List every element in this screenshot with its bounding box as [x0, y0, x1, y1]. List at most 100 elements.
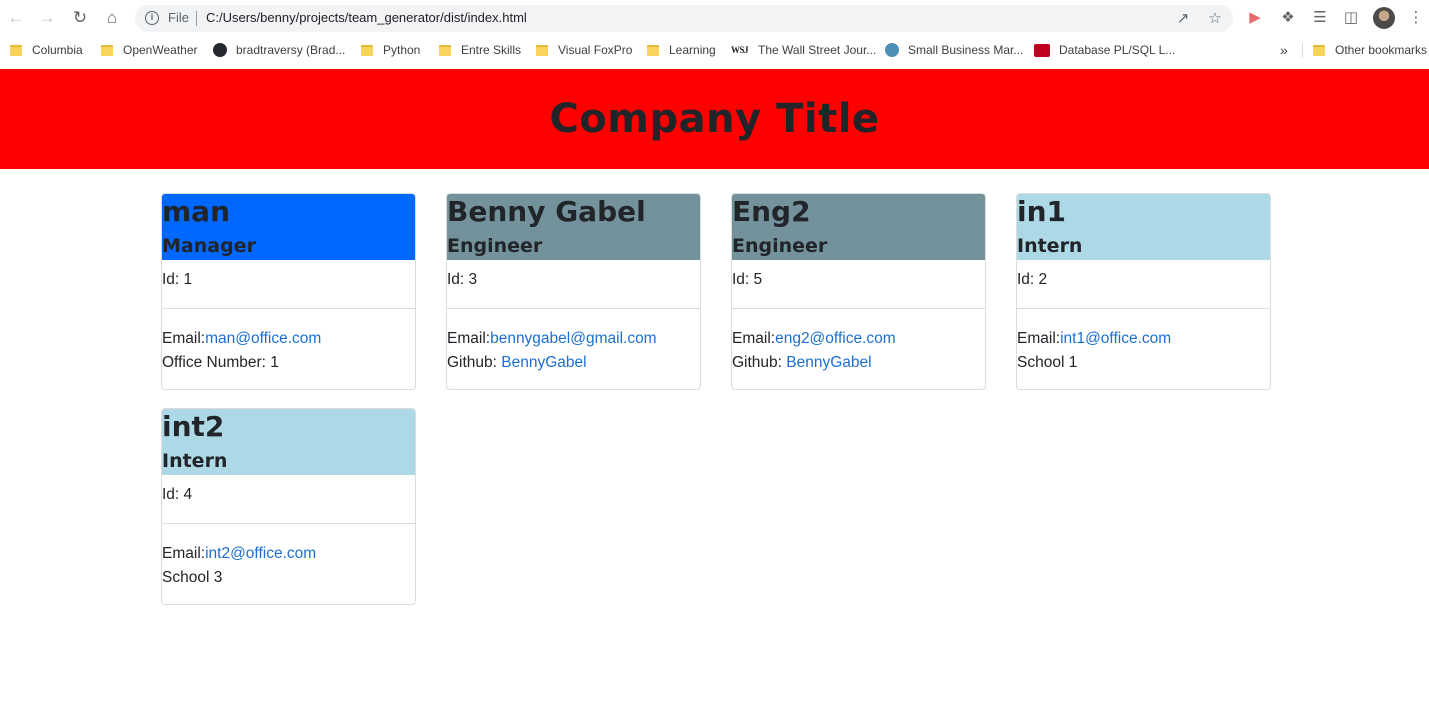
github-link[interactable]: BennyGabel — [786, 354, 871, 371]
share-icon[interactable]: ↗ — [1173, 9, 1193, 29]
email-link[interactable]: man@office.com — [205, 330, 321, 347]
bookmarks-bar: Columbia OpenWeather bradtraversy (Brad.… — [0, 37, 1429, 63]
bookmark-label: Visual FoxPro — [558, 43, 633, 57]
employee-id: Id: 1 — [162, 260, 415, 309]
omnibox-divider — [196, 11, 197, 26]
reload-button[interactable]: ↻ — [68, 7, 92, 29]
file-label: File — [168, 10, 189, 25]
bookmark-item[interactable]: Entre Skills — [439, 41, 521, 59]
bookmark-item[interactable]: Python — [361, 41, 420, 59]
wsj-icon: WSJ — [731, 45, 749, 55]
folder-icon — [10, 44, 22, 56]
employee-name: int2 — [162, 410, 225, 443]
bookmark-label: Learning — [669, 43, 716, 57]
github-label: Github: — [447, 354, 502, 371]
employee-role: Engineer — [732, 235, 828, 257]
side-panel-icon[interactable]: ◫ — [1340, 7, 1362, 29]
github-link[interactable]: BennyGabel — [501, 354, 586, 371]
info-icon[interactable]: i — [145, 11, 159, 25]
folder-icon — [536, 44, 548, 56]
card-header: man Manager — [162, 194, 415, 260]
employee-card: man Manager Id: 1 Email:man@office.com O… — [161, 193, 416, 390]
bookmark-star-icon[interactable]: ☆ — [1205, 9, 1225, 29]
extra-info: Office Number: 1 — [162, 354, 279, 371]
bookmark-item[interactable]: Database PL/SQL L... — [1034, 41, 1175, 59]
github-label: Github: — [732, 354, 787, 371]
email-label: Email: — [447, 330, 491, 347]
email-label: Email: — [162, 545, 206, 562]
folder-icon — [101, 44, 113, 56]
card-header: Benny Gabel Engineer — [447, 194, 700, 260]
employee-card: int2 Intern Id: 4 Email:int2@office.com … — [161, 408, 416, 605]
github-icon — [213, 43, 227, 57]
extension-icon[interactable]: ▶ — [1244, 7, 1266, 29]
employee-role: Intern — [162, 450, 228, 472]
folder-icon — [1313, 44, 1325, 56]
email-link[interactable]: int2@office.com — [205, 545, 316, 562]
card-header: in1 Intern — [1017, 194, 1270, 260]
employee-id: Id: 5 — [732, 260, 985, 309]
address-bar[interactable]: i File C:/Users/benny/projects/team_gene… — [135, 5, 1233, 32]
employee-role: Intern — [1017, 235, 1083, 257]
bookmark-item[interactable]: Visual FoxPro — [536, 41, 632, 59]
bookmark-item[interactable]: Learning — [647, 41, 716, 59]
folder-icon — [647, 44, 659, 56]
employee-card: Benny Gabel Engineer Id: 3 Email:bennyga… — [446, 193, 701, 390]
email-link[interactable]: int1@office.com — [1060, 330, 1171, 347]
employee-card: in1 Intern Id: 2 Email:int1@office.com S… — [1016, 193, 1271, 390]
employee-name: Benny Gabel — [447, 195, 646, 228]
bookmark-item[interactable]: WSJ The Wall Street Jour... — [731, 41, 876, 59]
url-text[interactable]: C:/Users/benny/projects/team_generator/d… — [206, 10, 527, 25]
bookmark-item[interactable]: OpenWeather — [101, 41, 198, 59]
bookmark-label: Python — [383, 43, 421, 57]
extensions-puzzle-icon[interactable]: ❖ — [1277, 7, 1299, 29]
card-body: Email:int2@office.com School 3 — [162, 524, 415, 590]
bookmarks-overflow-button[interactable]: » — [1280, 41, 1288, 59]
k-icon — [885, 43, 899, 57]
card-body: Email:eng2@office.com Github: BennyGabel — [732, 309, 985, 375]
bookmark-label: Entre Skills — [461, 43, 522, 57]
bookmark-label: Small Business Mar... — [908, 43, 1024, 57]
email-label: Email: — [162, 330, 206, 347]
profile-avatar[interactable] — [1373, 7, 1395, 29]
reading-list-icon[interactable]: ☰ — [1309, 7, 1331, 29]
oracle-icon — [1034, 43, 1050, 57]
bookmark-label: Other bookmarks — [1335, 43, 1428, 57]
school-info: School 3 — [162, 569, 223, 586]
employee-id: Id: 3 — [447, 260, 700, 309]
page-title: Company Title — [549, 96, 880, 142]
bookmark-item[interactable]: Columbia — [10, 41, 83, 59]
page-header: Company Title — [0, 69, 1429, 169]
employee-role: Engineer — [447, 235, 543, 257]
employee-card: Eng2 Engineer Id: 5 Email:eng2@office.co… — [731, 193, 986, 390]
folder-icon — [361, 44, 373, 56]
card-body: Email:man@office.com Office Number: 1 — [162, 309, 415, 375]
employee-name: Eng2 — [732, 195, 811, 228]
card-body: Email:bennygabel@gmail.com Github: Benny… — [447, 309, 700, 375]
employee-id: Id: 2 — [1017, 260, 1270, 309]
employee-name: in1 — [1017, 195, 1067, 228]
bookmark-label: bradtraversy (Brad... — [236, 43, 346, 57]
other-bookmarks[interactable]: Other bookmarks — [1313, 41, 1427, 59]
employee-name: man — [162, 195, 231, 228]
back-button[interactable]: ← — [4, 7, 28, 29]
bookmark-item[interactable]: Small Business Mar... — [885, 41, 1023, 59]
employee-role: Manager — [162, 235, 256, 257]
email-label: Email: — [1017, 330, 1061, 347]
bookmark-label: The Wall Street Jour... — [758, 43, 877, 57]
home-button[interactable]: ⌂ — [100, 7, 124, 29]
bookmark-item[interactable]: bradtraversy (Brad... — [213, 41, 345, 59]
email-label: Email: — [732, 330, 776, 347]
browser-toolbar: ← → ↻ ⌂ i File C:/Users/benny/projects/t… — [0, 0, 1429, 37]
card-body: Email:int1@office.com School 1 — [1017, 309, 1270, 375]
bookmark-label: Database PL/SQL L... — [1059, 43, 1176, 57]
forward-button[interactable]: → — [35, 7, 59, 29]
folder-icon — [439, 44, 451, 56]
email-link[interactable]: bennygabel@gmail.com — [490, 330, 657, 347]
email-link[interactable]: eng2@office.com — [775, 330, 896, 347]
menu-kebab-icon[interactable]: ⋮ — [1405, 7, 1427, 29]
school-info: School 1 — [1017, 354, 1078, 371]
bookmark-label: Columbia — [32, 43, 83, 57]
bookmark-label: OpenWeather — [123, 43, 198, 57]
employee-id: Id: 4 — [162, 475, 415, 524]
